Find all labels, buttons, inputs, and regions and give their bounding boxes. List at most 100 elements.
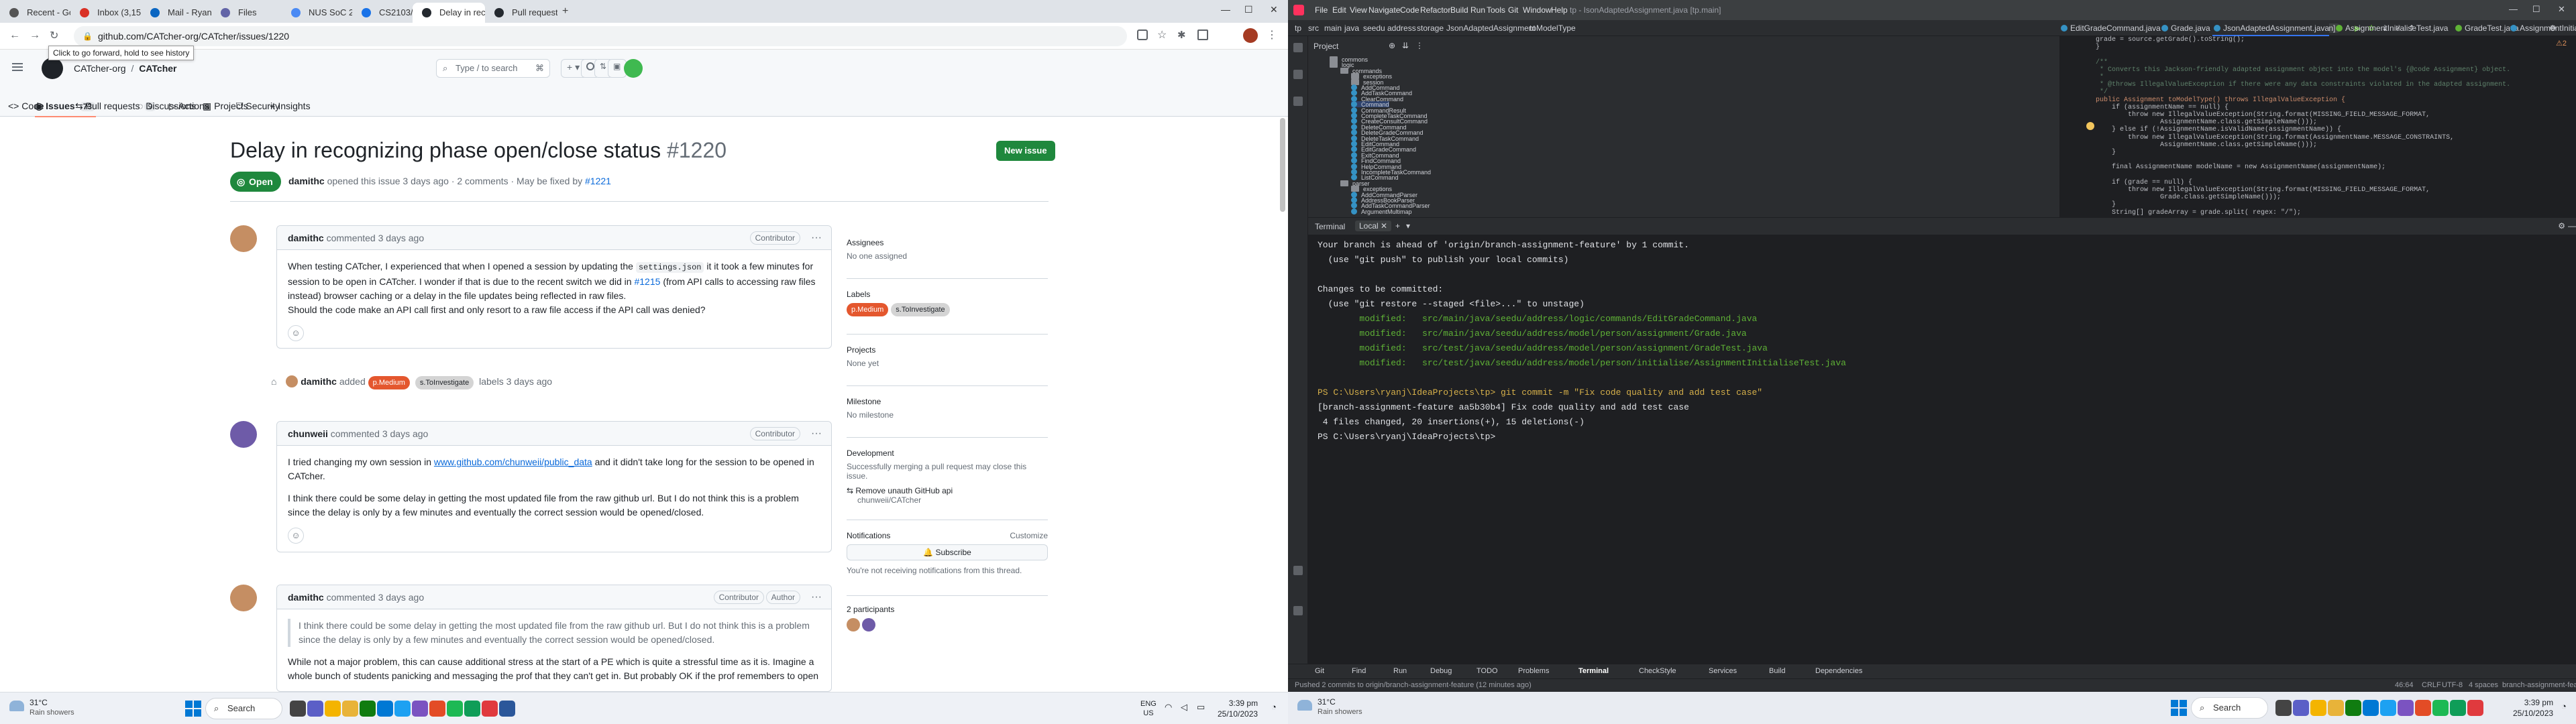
lightbulb-icon[interactable] — [2086, 122, 2094, 130]
new-terminal-icon[interactable]: + — [1395, 221, 1400, 231]
code-line[interactable]: /** — [2096, 59, 2108, 66]
bookmark-star-icon[interactable]: ☆ — [1157, 28, 1167, 42]
minimize-button[interactable]: — — [2509, 4, 2518, 14]
weather-icon[interactable] — [1297, 700, 1312, 711]
line-separator[interactable]: CRLF — [2422, 681, 2441, 689]
menu-view[interactable]: View — [1350, 5, 1367, 15]
repo-link[interactable]: CATcher — [139, 63, 176, 74]
code-line[interactable]: Grade.class.getSimpleName())); — [2096, 194, 2281, 201]
code-line[interactable]: if (assignmentName == null) { — [2096, 104, 2229, 111]
options-icon[interactable]: ⋮ — [1415, 41, 1424, 50]
tool-tab-git[interactable]: Git — [1315, 667, 1324, 675]
app-icon[interactable] — [412, 701, 428, 717]
warning-count[interactable]: ⚠2 — [2556, 39, 2567, 48]
back-icon[interactable]: ← — [9, 29, 20, 42]
maximize-button[interactable]: ☐ — [1244, 4, 1253, 15]
menu-navigate[interactable]: Navigate — [1368, 5, 1400, 15]
comment-time[interactable]: commented 3 days ago — [327, 592, 425, 603]
clock[interactable]: 3:39 pm 25/10/2023 — [2513, 697, 2553, 719]
tool-tab-dependencies[interactable]: Dependencies — [1815, 667, 1862, 675]
chrome-menu-icon[interactable]: ⋮ — [1267, 28, 1277, 42]
browser-tab[interactable]: Inbox (3,150) - ryanpang... — [70, 3, 141, 23]
label-investigate[interactable]: s.ToInvestigate — [891, 303, 950, 316]
file-explorer-icon[interactable] — [342, 701, 358, 717]
file-encoding[interactable]: UTF-8 — [2442, 681, 2463, 689]
telegram-icon[interactable] — [394, 701, 411, 717]
code-line[interactable]: throw new IllegalValueException(String.f… — [2096, 111, 2430, 119]
code-editor[interactable]: grade = source.getGrade().toString();} /*… — [2059, 36, 2576, 217]
more-options-icon[interactable]: ··· — [811, 585, 822, 609]
github-logo-icon[interactable] — [42, 58, 63, 79]
task-view-icon[interactable] — [290, 701, 306, 717]
language-indicator[interactable]: ENG US — [1140, 699, 1157, 718]
editor-tab-active[interactable]: JsonAdaptedAssignment.java — [2212, 20, 2330, 36]
label-medium[interactable]: p.Medium — [847, 303, 889, 316]
new-issue-button[interactable]: New issue — [996, 141, 1055, 161]
code-line[interactable]: * @throws IllegalValueException if there… — [2096, 81, 2510, 88]
external-link[interactable]: www.github.com/chunweii/public_data — [434, 457, 592, 467]
outlook-taskbar-icon[interactable] — [377, 701, 393, 717]
code-line[interactable]: if (grade == null) { — [2096, 179, 2192, 186]
labels-title[interactable]: Labels — [847, 290, 1048, 299]
participant-avatar[interactable] — [847, 618, 860, 631]
start-button[interactable] — [2171, 700, 2187, 716]
app-icon[interactable] — [429, 701, 445, 717]
milestone-title[interactable]: Milestone — [847, 397, 1048, 406]
tool-tab-find[interactable]: Find — [1352, 667, 1366, 675]
wifi-icon[interactable]: ◠ — [1165, 702, 1172, 713]
volume-icon[interactable]: ◁ — [1181, 702, 1187, 713]
reload-icon[interactable]: ↻ — [50, 29, 58, 42]
code-line[interactable]: final AssignmentName modelName = new Ass… — [2096, 164, 2385, 171]
app-icon[interactable] — [2398, 700, 2414, 716]
tool-tab-checkstyle[interactable]: CheckStyle — [1639, 667, 1676, 675]
issue-link[interactable]: #1215 — [634, 276, 660, 287]
commit-tool-icon[interactable] — [1293, 70, 1303, 79]
app-icon[interactable] — [2450, 700, 2466, 716]
url-input[interactable]: 🔒 github.com/CATcher-org/CATcher/issues/… — [74, 26, 1127, 46]
avatar[interactable] — [230, 585, 257, 611]
code-line[interactable]: throw new IllegalValueException(String.f… — [2096, 186, 2430, 194]
add-reaction-icon[interactable]: ☺ — [288, 325, 304, 341]
task-view-icon[interactable] — [2275, 700, 2292, 716]
code-line[interactable]: } — [2096, 149, 2116, 156]
notification-bell-icon[interactable]: ◔ — [2561, 701, 2567, 711]
file-explorer-icon[interactable] — [2328, 700, 2344, 716]
linked-pr-link[interactable]: #1221 — [585, 176, 611, 186]
new-tab-button[interactable]: + — [562, 5, 568, 17]
participant-avatar[interactable] — [862, 618, 876, 631]
page-scrollbar[interactable] — [1280, 118, 1285, 212]
pull-requests-tool-icon[interactable] — [1293, 97, 1303, 106]
teams-icon[interactable] — [2293, 700, 2309, 716]
code-line[interactable]: */ — [2096, 88, 2108, 96]
taskbar-search[interactable]: ⌕ Search — [2191, 697, 2268, 719]
maximize-button[interactable]: ☐ — [2532, 4, 2540, 15]
menu-tools[interactable]: Tools — [1487, 5, 1505, 15]
clock[interactable]: 3:39 pm 25/10/2023 — [1218, 698, 1258, 719]
terminal-tab-local[interactable]: Local ✕ — [1355, 221, 1392, 231]
label-medium[interactable]: p.Medium — [368, 376, 410, 389]
tool-tab-run[interactable]: Run — [1393, 667, 1407, 675]
terminal-settings-icon[interactable]: ⚙ — [2558, 221, 2565, 231]
sidepanel-icon[interactable] — [1197, 29, 1208, 40]
avatar[interactable] — [230, 225, 257, 252]
collapse-all-icon[interactable]: ⇊ — [1402, 41, 1409, 50]
forward-icon[interactable]: → — [30, 29, 40, 42]
comment-time[interactable]: commented 3 days ago — [331, 428, 429, 439]
intellij-icon[interactable] — [482, 701, 498, 717]
editor-tab[interactable]: AssignmentInitialiseTest.java — [2334, 20, 2448, 36]
editor-tab[interactable]: EditGradeCommand.java — [2059, 20, 2161, 36]
comment-author[interactable]: damithc — [288, 592, 324, 603]
telegram-icon[interactable] — [2380, 700, 2396, 716]
tool-tab-services[interactable]: Services — [1709, 667, 1737, 675]
projects-title[interactable]: Projects — [847, 345, 1048, 355]
close-window-button[interactable]: ✕ — [1270, 4, 1278, 15]
tool-tab-terminal[interactable]: Terminal — [1578, 667, 1609, 675]
browser-tab[interactable]: Files — [211, 3, 282, 23]
tool-tab-problems[interactable]: Problems — [1518, 667, 1549, 675]
menu-edit[interactable]: Edit — [1332, 5, 1346, 15]
more-options-icon[interactable]: ··· — [811, 422, 822, 446]
menu-build[interactable]: Build — [1450, 5, 1468, 15]
locate-icon[interactable]: ⊕ — [1389, 41, 1395, 50]
editor-tab[interactable]: Grade.java — [2160, 20, 2210, 36]
menu-file[interactable]: File — [1315, 5, 1328, 15]
